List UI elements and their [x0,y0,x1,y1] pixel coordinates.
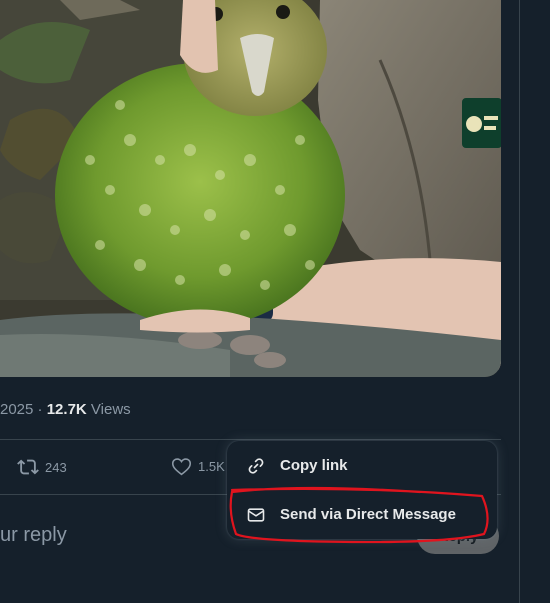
menu-item-send-direct-message[interactable]: Send via Direct Message [227,490,497,539]
like-count: 1.5K [198,459,225,474]
timeline-right-border [519,0,520,603]
retweet-count: 243 [45,459,67,475]
tweet-photo[interactable] [0,0,501,377]
retweet-action[interactable]: 243 [17,456,67,478]
envelope-icon [246,505,266,525]
tweet-meta-line: 2025 · 12.7K Views [0,401,131,418]
heart-icon [171,456,192,477]
menu-item-label: Send via Direct Message [280,506,456,523]
menu-item-copy-link[interactable]: Copy link [227,441,497,490]
menu-item-label: Copy link [280,457,348,474]
reply-input[interactable]: ur reply [0,524,67,547]
retweet-icon [17,456,39,478]
like-action[interactable]: 1.5K [171,456,225,477]
divider-top [0,439,501,440]
tweet-date[interactable]: 2025 [0,401,33,418]
share-menu: Copy link Send via Direct Message [227,441,497,539]
views-count: 12.7K [46,401,87,418]
views-label: Views [90,401,131,418]
meta-separator: · [37,401,43,418]
kakapo-photo-illustration [0,0,501,377]
link-icon [246,456,266,476]
